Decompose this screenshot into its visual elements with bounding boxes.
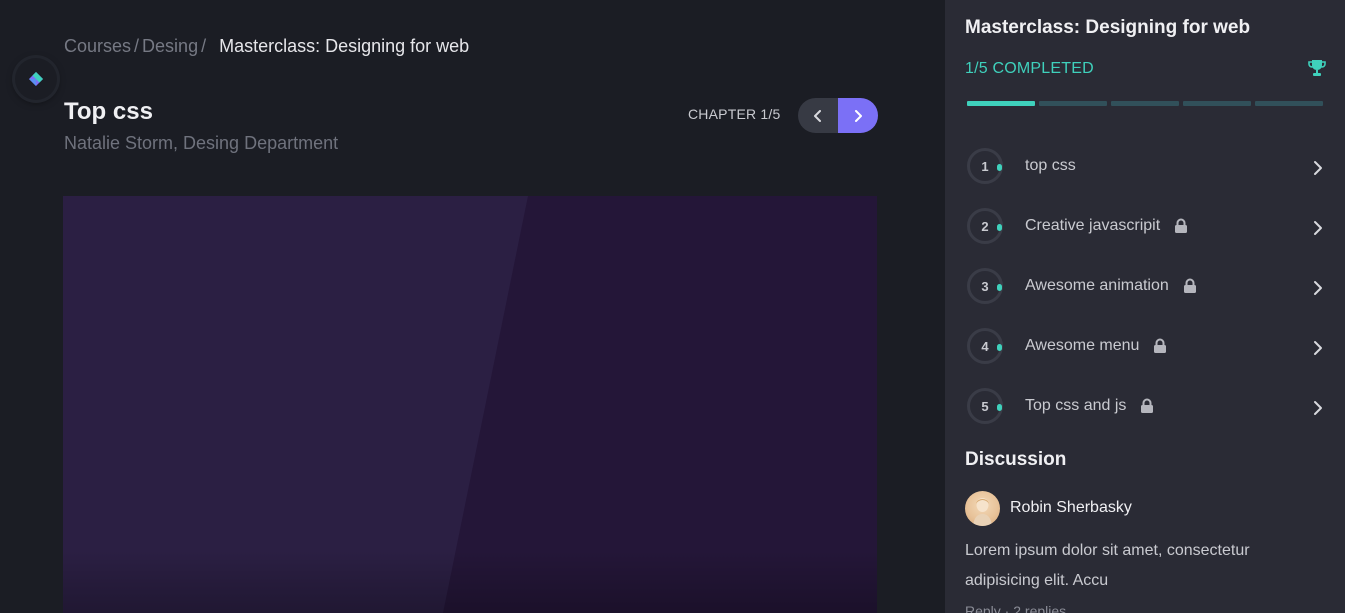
chapter-item-1[interactable]: 1 top css bbox=[965, 148, 1330, 208]
diamond-logo-icon bbox=[29, 72, 43, 86]
chevron-right-icon bbox=[1314, 341, 1322, 355]
chapter-indicator: CHAPTER 1/5 bbox=[688, 106, 781, 122]
chapter-label: Awesome menu bbox=[1025, 337, 1167, 355]
chapter-label: top css bbox=[1025, 157, 1076, 174]
chapter-label: Creative javascripit bbox=[1025, 217, 1188, 235]
chapter-pager bbox=[798, 98, 878, 133]
video-player[interactable] bbox=[63, 196, 877, 613]
discussion-title: Discussion bbox=[965, 449, 1067, 470]
chevron-right-icon bbox=[1314, 401, 1322, 415]
completion-status: 1/5 COMPLETED bbox=[965, 60, 1094, 77]
chapter-number: 4 bbox=[967, 328, 1003, 364]
chevron-right-icon bbox=[1314, 161, 1322, 175]
chevron-right-icon bbox=[855, 109, 862, 122]
comment-reply-link[interactable]: Reply · 2 replies bbox=[965, 603, 1066, 613]
course-title: Masterclass: Designing for web bbox=[965, 17, 1251, 38]
comment-text: Lorem ipsum dolor sit amet, consectetur … bbox=[965, 542, 1250, 589]
progress-segment bbox=[1255, 101, 1323, 106]
lock-icon bbox=[1174, 218, 1188, 234]
lesson-title: Top css bbox=[64, 98, 153, 125]
breadcrumb-current: Masterclass: Designing for web bbox=[219, 36, 470, 56]
chapter-number: 2 bbox=[967, 208, 1003, 244]
chapter-item-5[interactable]: 5 Top css and js bbox=[965, 388, 1330, 448]
chapter-item-4[interactable]: 4 Awesome menu bbox=[965, 328, 1330, 388]
progress-segment bbox=[967, 101, 1035, 106]
main-content: Courses / Desing / Masterclass: Designing fo… bbox=[0, 0, 945, 613]
trophy-icon bbox=[1308, 60, 1326, 76]
previous-chapter-button[interactable] bbox=[798, 98, 838, 133]
avatar[interactable] bbox=[965, 491, 1000, 526]
progress-segment bbox=[1039, 101, 1107, 106]
chapter-number: 1 bbox=[967, 148, 1003, 184]
lock-icon bbox=[1153, 338, 1167, 354]
video-frame bbox=[63, 196, 877, 613]
next-chapter-button[interactable] bbox=[838, 98, 878, 133]
progress-segment bbox=[1111, 101, 1179, 106]
course-progress-bar bbox=[967, 101, 1323, 106]
lesson-subtitle: Natalie Storm, Desing Department bbox=[64, 133, 339, 153]
breadcrumb-link-desing[interactable]: Desing bbox=[142, 36, 198, 56]
chapter-label: Top css and js bbox=[1025, 397, 1154, 415]
lock-icon bbox=[1140, 398, 1154, 414]
chapter-item-2[interactable]: 2 Creative javascripit bbox=[965, 208, 1330, 268]
chevron-left-icon bbox=[814, 109, 821, 122]
chevron-right-icon bbox=[1314, 221, 1322, 235]
chapter-number: 3 bbox=[967, 268, 1003, 304]
logo-button[interactable] bbox=[15, 58, 57, 100]
lock-icon bbox=[1183, 278, 1197, 294]
chapter-item-3[interactable]: 3 Awesome animation bbox=[965, 268, 1330, 328]
comment-author[interactable]: Robin Sherbasky bbox=[1010, 499, 1132, 517]
breadcrumb-separator: / bbox=[134, 36, 140, 56]
chapter-number: 5 bbox=[967, 388, 1003, 424]
breadcrumb-link-courses[interactable]: Courses bbox=[64, 36, 131, 56]
course-sidebar: Masterclass: Designing for web 1/5 COMPL… bbox=[945, 0, 1345, 613]
chevron-right-icon bbox=[1314, 281, 1322, 295]
breadcrumb: Courses / Desing / Masterclass: Designing fo… bbox=[64, 36, 469, 57]
chapter-list: 1 top css 2 Creative javascripit 3 Aweso… bbox=[965, 148, 1330, 448]
chapter-label: Awesome animation bbox=[1025, 277, 1197, 295]
breadcrumb-separator: / bbox=[201, 36, 207, 56]
progress-segment bbox=[1183, 101, 1251, 106]
